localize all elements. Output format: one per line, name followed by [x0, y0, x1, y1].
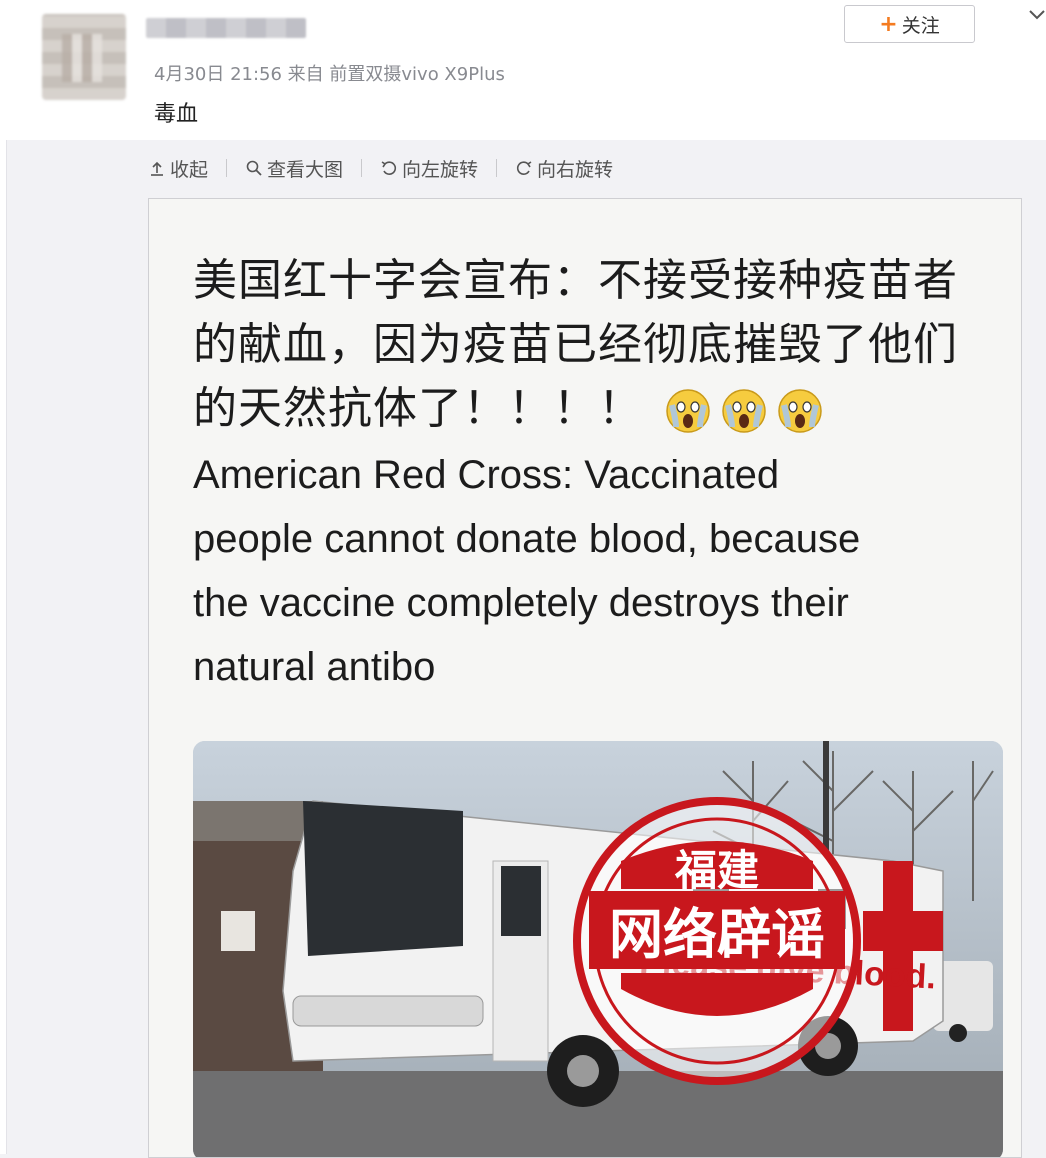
cn-line-1: 美国红十字会宣布：不接受接种疫苗者	[193, 255, 958, 306]
follow-button[interactable]: + 关注	[844, 5, 975, 43]
en-line-2: people cannot donate blood, because	[193, 517, 861, 561]
magnifier-icon	[246, 160, 262, 176]
username-redacted	[146, 18, 306, 38]
post-image[interactable]: 美国红十字会宣布：不接受接种疫苗者 的献血，因为疫苗已经彻底摧毁了他们 的天然抗…	[148, 198, 1022, 1158]
post-header: 4月30日 21:56 来自 前置双摄vivo X9Plus 毒血 + 关注	[6, 0, 1046, 140]
plus-icon: +	[879, 11, 898, 37]
image-chinese-text: 美国红十字会宣布：不接受接种疫苗者 的献血，因为疫苗已经彻底摧毁了他们 的天然抗…	[193, 249, 1013, 441]
screaming-face-icon	[778, 389, 822, 433]
rotate-right-icon	[516, 161, 532, 175]
divider	[226, 159, 228, 177]
post-meta: 4月30日 21:56 来自 前置双摄vivo X9Plus	[154, 64, 505, 85]
rotate-right-label: 向右旋转	[537, 158, 614, 181]
divider	[496, 159, 498, 177]
rotate-left-icon	[381, 161, 397, 175]
cn-line-2: 的献血，因为疫苗已经彻底摧毁了他们	[193, 319, 958, 370]
screaming-face-icon	[666, 389, 710, 433]
emoji-row	[664, 387, 824, 435]
chevron-down-icon[interactable]	[1026, 4, 1046, 26]
screaming-face-icon	[722, 389, 766, 433]
view-large-label: 查看大图	[267, 158, 344, 181]
collapse-button[interactable]: 收起	[148, 155, 208, 182]
cn-line-3-wrap: 的天然抗体了！！！！	[193, 377, 1013, 441]
arrow-up-icon	[151, 161, 163, 176]
follow-label: 关注	[901, 14, 940, 37]
en-line-3: the vaccine completely destroys their	[193, 581, 849, 625]
image-english-text: American Red Cross: Vaccinated people ca…	[193, 443, 1013, 699]
en-line-1: American Red Cross: Vaccinated	[193, 453, 780, 497]
rumor-debunk-stamp: 福建 网络辟谣	[573, 797, 861, 1085]
avatar[interactable]	[42, 14, 126, 100]
view-large-button[interactable]: 查看大图	[245, 155, 343, 182]
left-border	[0, 0, 7, 1154]
collapse-label: 收起	[170, 158, 209, 181]
cn-line-3: 的天然抗体了！！！！	[193, 383, 643, 434]
stamp-main-text: 网络辟谣	[609, 902, 825, 966]
en-line-4: natural antibo	[193, 645, 436, 689]
rotate-right-button[interactable]: 向右旋转	[515, 155, 613, 182]
divider	[361, 159, 363, 177]
post-text: 毒血	[154, 102, 199, 127]
rotate-left-button[interactable]: 向左旋转	[380, 155, 478, 182]
rotate-left-label: 向左旋转	[402, 158, 479, 181]
image-toolbar: 收起 查看大图 向左旋转 向右旋转	[148, 152, 613, 184]
stamp-top-text: 福建	[674, 846, 759, 895]
